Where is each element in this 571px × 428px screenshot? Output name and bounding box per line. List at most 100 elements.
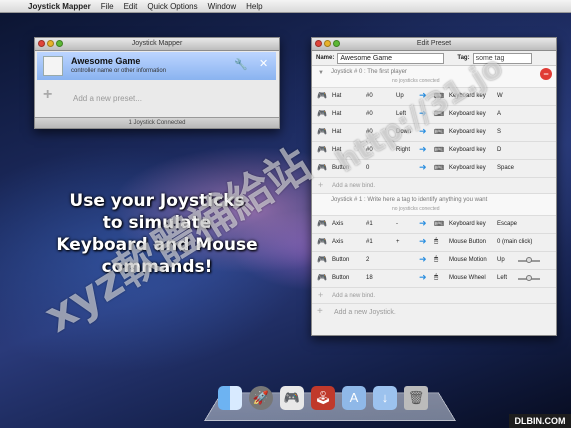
joystick-title: Joystick # 0 : The first player — [331, 69, 407, 75]
speed-slider[interactable] — [518, 257, 540, 263]
launchpad-icon[interactable]: 🚀 — [249, 386, 273, 410]
close-icon[interactable]: ✕ — [259, 57, 268, 70]
output-action[interactable]: Keyboard key — [449, 129, 486, 135]
input-number[interactable]: 2 — [366, 257, 369, 263]
menubar: Joystick Mapper File Edit Quick Options … — [0, 0, 571, 13]
slider-knob[interactable] — [526, 275, 532, 281]
name-label: Name: — [316, 55, 335, 61]
input-number[interactable]: #1 — [366, 221, 373, 227]
input-type[interactable]: Axis — [332, 221, 343, 227]
menu-help[interactable]: Help — [246, 2, 262, 11]
menu-file[interactable]: File — [101, 2, 114, 11]
output-action[interactable]: Mouse Button — [449, 239, 486, 245]
zoom-window-button[interactable] — [333, 40, 340, 47]
window-controls — [315, 40, 342, 47]
trash-icon[interactable]: 🗑 — [404, 386, 428, 410]
preset-name: Awesome Game — [71, 56, 141, 66]
joystick-title: Joystick # 1 : Write here a tag to ident… — [331, 197, 488, 203]
menu-app-name[interactable]: Joystick Mapper — [28, 2, 91, 11]
bind-row[interactable]: 🎮 Button 2 ➜ 🖱 Mouse Motion Up — [312, 252, 556, 270]
mapper-titlebar[interactable]: Joystick Mapper — [35, 38, 279, 51]
corner-badge: DLBIN.COM — [509, 414, 571, 428]
input-type[interactable]: Hat — [332, 111, 341, 117]
gamepad-icon: 🎮 — [317, 163, 327, 172]
bind-row[interactable]: 🎮 Axis #1 + ➜ 🖱 Mouse Button 0 (main click) — [312, 234, 556, 252]
keyboard-icon: ⌨ — [434, 147, 445, 154]
input-type[interactable]: Button — [332, 257, 349, 263]
preset-name-field[interactable]: Awesome Game — [337, 52, 445, 64]
input-direction[interactable]: - — [396, 221, 398, 227]
add-bind-button[interactable]: + Add a new bind. — [312, 178, 556, 194]
input-type[interactable]: Hat — [332, 129, 341, 135]
speed-slider[interactable] — [518, 275, 540, 281]
edit-window-title: Edit Preset — [416, 40, 452, 47]
input-number[interactable]: #1 — [366, 239, 373, 245]
output-action[interactable]: Mouse Wheel — [449, 275, 486, 281]
add-preset-label: Add a new preset... — [73, 94, 142, 103]
input-type[interactable]: Button — [332, 275, 349, 281]
input-number[interactable]: 18 — [366, 275, 373, 281]
mouse-icon: 🖱 — [434, 238, 439, 245]
joystick-mapper-window: Joystick Mapper Awesome Game controller … — [34, 37, 280, 129]
keyboard-icon: ⌨ — [434, 165, 445, 172]
output-action[interactable]: Keyboard key — [449, 147, 486, 153]
input-direction[interactable]: + — [396, 239, 400, 245]
preset-item-selected[interactable]: Awesome Game controller name or other in… — [37, 52, 276, 80]
joystick-mapper-icon[interactable]: 🕹 — [311, 386, 335, 410]
remove-joystick-button[interactable]: − — [540, 68, 552, 80]
downloads-folder-icon[interactable]: ↓ — [373, 386, 397, 410]
output-key[interactable]: W — [497, 93, 503, 99]
arrow-right-icon: ➜ — [419, 218, 427, 228]
output-key[interactable]: 0 (main click) — [497, 239, 532, 245]
wrench-icon[interactable]: 🔧 — [234, 58, 248, 71]
applications-folder-icon[interactable]: A — [342, 386, 366, 410]
output-key[interactable]: Escape — [497, 221, 517, 227]
minimize-window-button[interactable] — [324, 40, 331, 47]
close-window-button[interactable] — [315, 40, 322, 47]
gamepad-icon: 🎮 — [317, 219, 327, 228]
input-direction[interactable]: Up — [396, 93, 404, 99]
output-action[interactable]: Keyboard key — [449, 221, 486, 227]
add-joystick-label: Add a new Joystick. — [334, 309, 396, 316]
output-action[interactable]: Mouse Motion — [449, 257, 487, 263]
output-key[interactable]: S — [497, 129, 501, 135]
dock-icons: 🚀 🎮 🕹 A ↓ 🗑 — [218, 386, 435, 410]
tag-label: Tag: — [457, 55, 470, 61]
plus-icon: + — [43, 86, 53, 103]
joystick-header[interactable]: Joystick # 1 : Write here a tag to ident… — [312, 194, 556, 216]
output-key[interactable]: D — [497, 147, 501, 153]
add-bind-label: Add a new bind. — [332, 183, 376, 189]
output-action[interactable]: Keyboard key — [449, 165, 486, 171]
add-joystick-button[interactable]: + Add a new Joystick. — [312, 304, 556, 320]
bind-row[interactable]: 🎮 Axis #1 - ➜ ⌨ Keyboard key Escape — [312, 216, 556, 234]
mouse-icon: 🖱 — [434, 274, 439, 281]
menu-window[interactable]: Window — [208, 2, 236, 11]
input-type[interactable]: Axis — [332, 239, 343, 245]
zoom-window-button[interactable] — [56, 40, 63, 47]
slider-knob[interactable] — [526, 257, 532, 263]
window-controls — [38, 40, 65, 47]
output-key[interactable]: A — [497, 111, 501, 117]
menu-edit[interactable]: Edit — [124, 2, 138, 11]
input-number[interactable]: #0 — [366, 111, 373, 117]
bind-row[interactable]: 🎮 Button 18 ➜ 🖱 Mouse Wheel Left — [312, 270, 556, 288]
arrow-right-icon: ➜ — [419, 254, 427, 264]
output-key[interactable]: Space — [497, 165, 514, 171]
mapper-window-title: Joystick Mapper — [131, 40, 183, 47]
output-key[interactable]: Left — [497, 275, 507, 281]
add-preset-button[interactable]: + Add a new preset... — [37, 84, 276, 112]
output-key[interactable]: Up — [497, 257, 505, 263]
add-bind-button[interactable]: + Add a new bind. — [312, 288, 556, 304]
arrow-right-icon: ➜ — [419, 144, 427, 154]
edit-preset-window: Edit Preset Name: Awesome Game Tag: some… — [311, 37, 557, 336]
minimize-window-button[interactable] — [47, 40, 54, 47]
gamepad-icon[interactable]: 🎮 — [280, 386, 304, 410]
input-type[interactable]: Hat — [332, 93, 341, 99]
menu-quick-options[interactable]: Quick Options — [147, 2, 197, 11]
disclosure-triangle-icon[interactable]: ▼ — [318, 70, 324, 76]
close-window-button[interactable] — [38, 40, 45, 47]
finder-icon[interactable] — [218, 386, 242, 410]
edit-titlebar[interactable]: Edit Preset — [312, 38, 556, 51]
gamepad-icon: 🎮 — [317, 91, 327, 100]
input-number[interactable]: #0 — [366, 93, 373, 99]
